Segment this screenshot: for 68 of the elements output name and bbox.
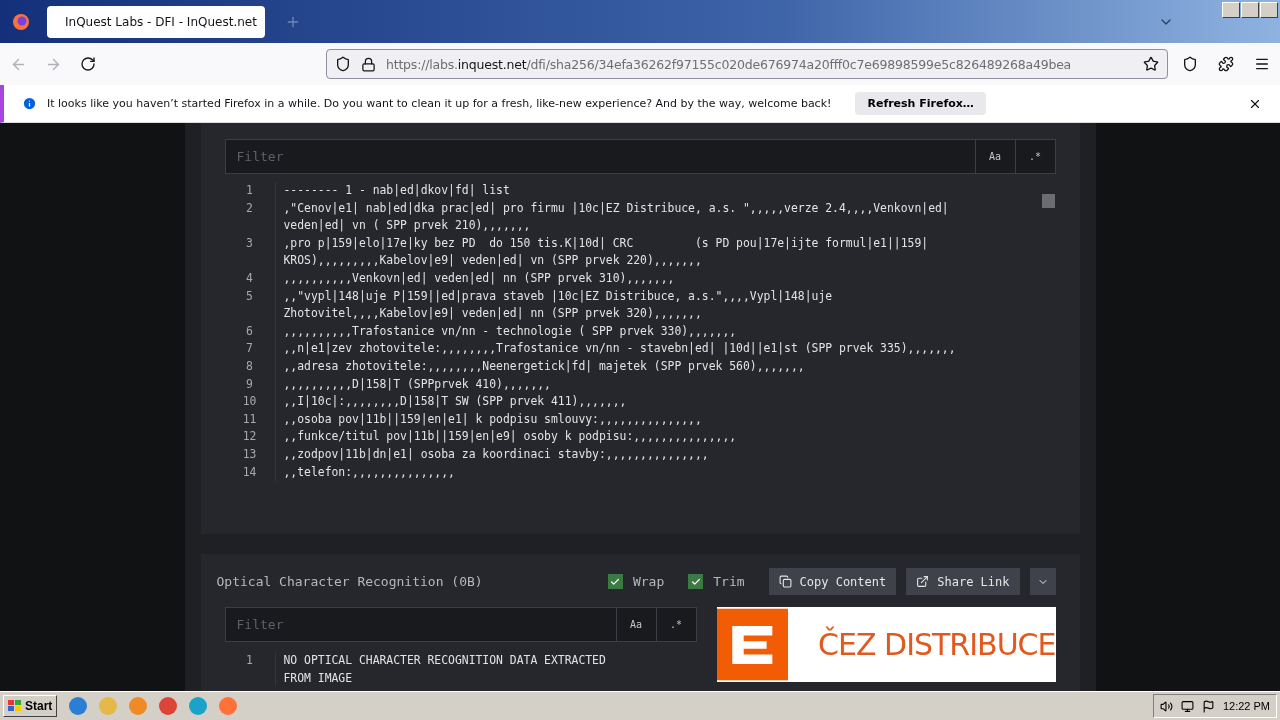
line-number: 1 xyxy=(245,652,254,669)
wrap-checkbox[interactable] xyxy=(607,574,623,589)
line-number: 8 xyxy=(245,357,254,375)
code-line: ,,funkce/titul pov|11b||159|en|e9| osoby k podpisu:,,,,,,,,,,,,,,, xyxy=(274,428,977,446)
trim-checkbox[interactable] xyxy=(688,574,704,589)
line-number: 11 xyxy=(241,410,258,428)
check-icon xyxy=(690,576,701,587)
code-line: -------- 1 - nab|ed|dkov|fd| list xyxy=(274,182,977,200)
line-number: 14 xyxy=(241,463,258,481)
line-number: 10 xyxy=(241,393,258,411)
line-number: 4 xyxy=(245,269,254,287)
refresh-button[interactable]: Refresh Firefox… xyxy=(855,92,986,115)
flag-icon[interactable] xyxy=(1201,699,1215,713)
shield-icon xyxy=(335,56,351,72)
close-button[interactable] xyxy=(1260,2,1278,18)
puzzle-icon[interactable] xyxy=(1218,56,1234,72)
code-line: ,"Cenov|e1| nab|ed|dka prac|ed| pro firmu |10c|EZ Distribuce, a.s. ",,,,,verze 2.4,,,,Venkovn|ed| veden|ed| vn ( SPP prvek 210),,,,,,, xyxy=(274,199,977,235)
code-line: ,,,,,,,,,,Venkovn|ed| veden|ed| nn (SPP prvek 310),,,,,,, xyxy=(274,269,977,288)
code-line: ,pro p|159|elo|17e|ky bez PD do 150 tis.K|10d| CRC (s PD pou|17e|ijte formul|e1||159| KROS),,,,,,,,,Kabelov|e9| veden|ed| vn (SPP prvek 220),,,,,,, xyxy=(274,234,977,270)
case-button[interactable]: Aa xyxy=(615,608,656,641)
browser-tab[interactable]: InQuest Labs - DFI - InQuest.net xyxy=(47,5,265,38)
regex-button[interactable]: .* xyxy=(655,608,696,641)
line-number: 6 xyxy=(245,322,254,340)
code-line: ,,osoba pov|11b||159|en|e1| k podpisu smlouvy:,,,,,,,,,,,,,,, xyxy=(274,410,977,429)
external-link-icon xyxy=(916,575,930,588)
url-field[interactable]: https://labs.inquest.net/dfi/sha256/34efa36262f97155c020de676974a20fff0c7e69898599e5c826489268a49bea xyxy=(326,49,1168,79)
start-button[interactable]: Start xyxy=(3,695,58,717)
code-line: ,,telefon:,,,,,,,,,,,,,,, xyxy=(274,463,977,482)
check-icon xyxy=(610,576,621,587)
notification-message: It looks like you haven’t started Firefox in a while. Do you want to clean it up for a fresh, like-new experience? And by the way, welcome back! xyxy=(47,97,832,110)
star-icon[interactable] xyxy=(1143,56,1159,72)
reload-icon[interactable] xyxy=(80,56,96,72)
lock-icon xyxy=(361,56,376,72)
menu-icon[interactable] xyxy=(1254,56,1270,72)
case-button[interactable]: Aa xyxy=(974,140,1015,173)
code-line: ,,n|e1|zev zhotovitele:,,,,,,,,Trafostanice vn/nn - stavebn|ed| |10d||e1|st (SPP prvek 335),,,,,,, xyxy=(274,340,977,358)
line-number: 1 xyxy=(245,182,254,199)
line-number: 3 xyxy=(245,234,254,252)
code-line: ,,"vypl|148|uje P|159||ed|prava staveb |10c|EZ Distribuce, a.s.",,,,Vypl|148|uje Zhotovitel,,,,Kabelov|e9| veden|ed| nn (SPP prvek 320),,,,,,, xyxy=(274,287,977,323)
speaker-icon[interactable] xyxy=(1159,699,1173,713)
line-number: 5 xyxy=(245,287,254,305)
line-number: 13 xyxy=(241,445,258,463)
line-number: 9 xyxy=(245,375,254,393)
code-line: ,,I|10c|:,,,,,,,,D|158|T SW (SPP prvek 411),,,,,,, xyxy=(274,393,977,411)
logo-image: ČEZ DISTRIBUCE xyxy=(716,607,1056,682)
trim-label: Trim xyxy=(713,574,745,589)
wrap-label: Wrap xyxy=(632,574,665,589)
line-number: 7 xyxy=(245,340,254,358)
info-icon xyxy=(22,96,37,111)
code-line: ,,adresa zhotovitele:,,,,,,,,Neenergetick|fd| majetek (SPP prvek 560),,,,,,, xyxy=(274,357,977,376)
windows-logo-icon xyxy=(8,700,22,712)
copy-icon xyxy=(778,575,792,588)
filter-field[interactable]: Filter Aa .* xyxy=(224,607,697,642)
filter-field[interactable]: Filter Aa .* xyxy=(224,139,1056,174)
regex-button[interactable]: .* xyxy=(1014,140,1055,173)
logo-icon xyxy=(716,607,789,682)
copy-button[interactable]: Copy Content xyxy=(768,568,897,595)
minimize-button[interactable] xyxy=(1222,2,1240,18)
code-line: NO OPTICAL CHARACTER RECOGNITION DATA EXTRACTED FROM IMAGE xyxy=(274,652,613,688)
share-button[interactable]: Share Link xyxy=(906,568,1020,595)
code-line: ,,,,,,,,,,Trafostanice vn/nn - technologie ( SPP prvek 330),,,,,,, xyxy=(274,322,977,341)
code-line: ,,zodpov|11b|dn|e1| osoba za koordinaci stavby:,,,,,,,,,,,,,,, xyxy=(274,445,977,464)
restore-button[interactable] xyxy=(1241,2,1259,18)
line-number: 2 xyxy=(245,199,254,217)
clock: 12:22 PM xyxy=(1222,700,1270,712)
panel-title: Optical Character Recognition (0B) xyxy=(216,574,484,589)
code-line: ,,,,,,,,,,D|158|T (SPPprvek 410),,,,,,, xyxy=(274,375,977,394)
line-number: 12 xyxy=(241,428,258,446)
